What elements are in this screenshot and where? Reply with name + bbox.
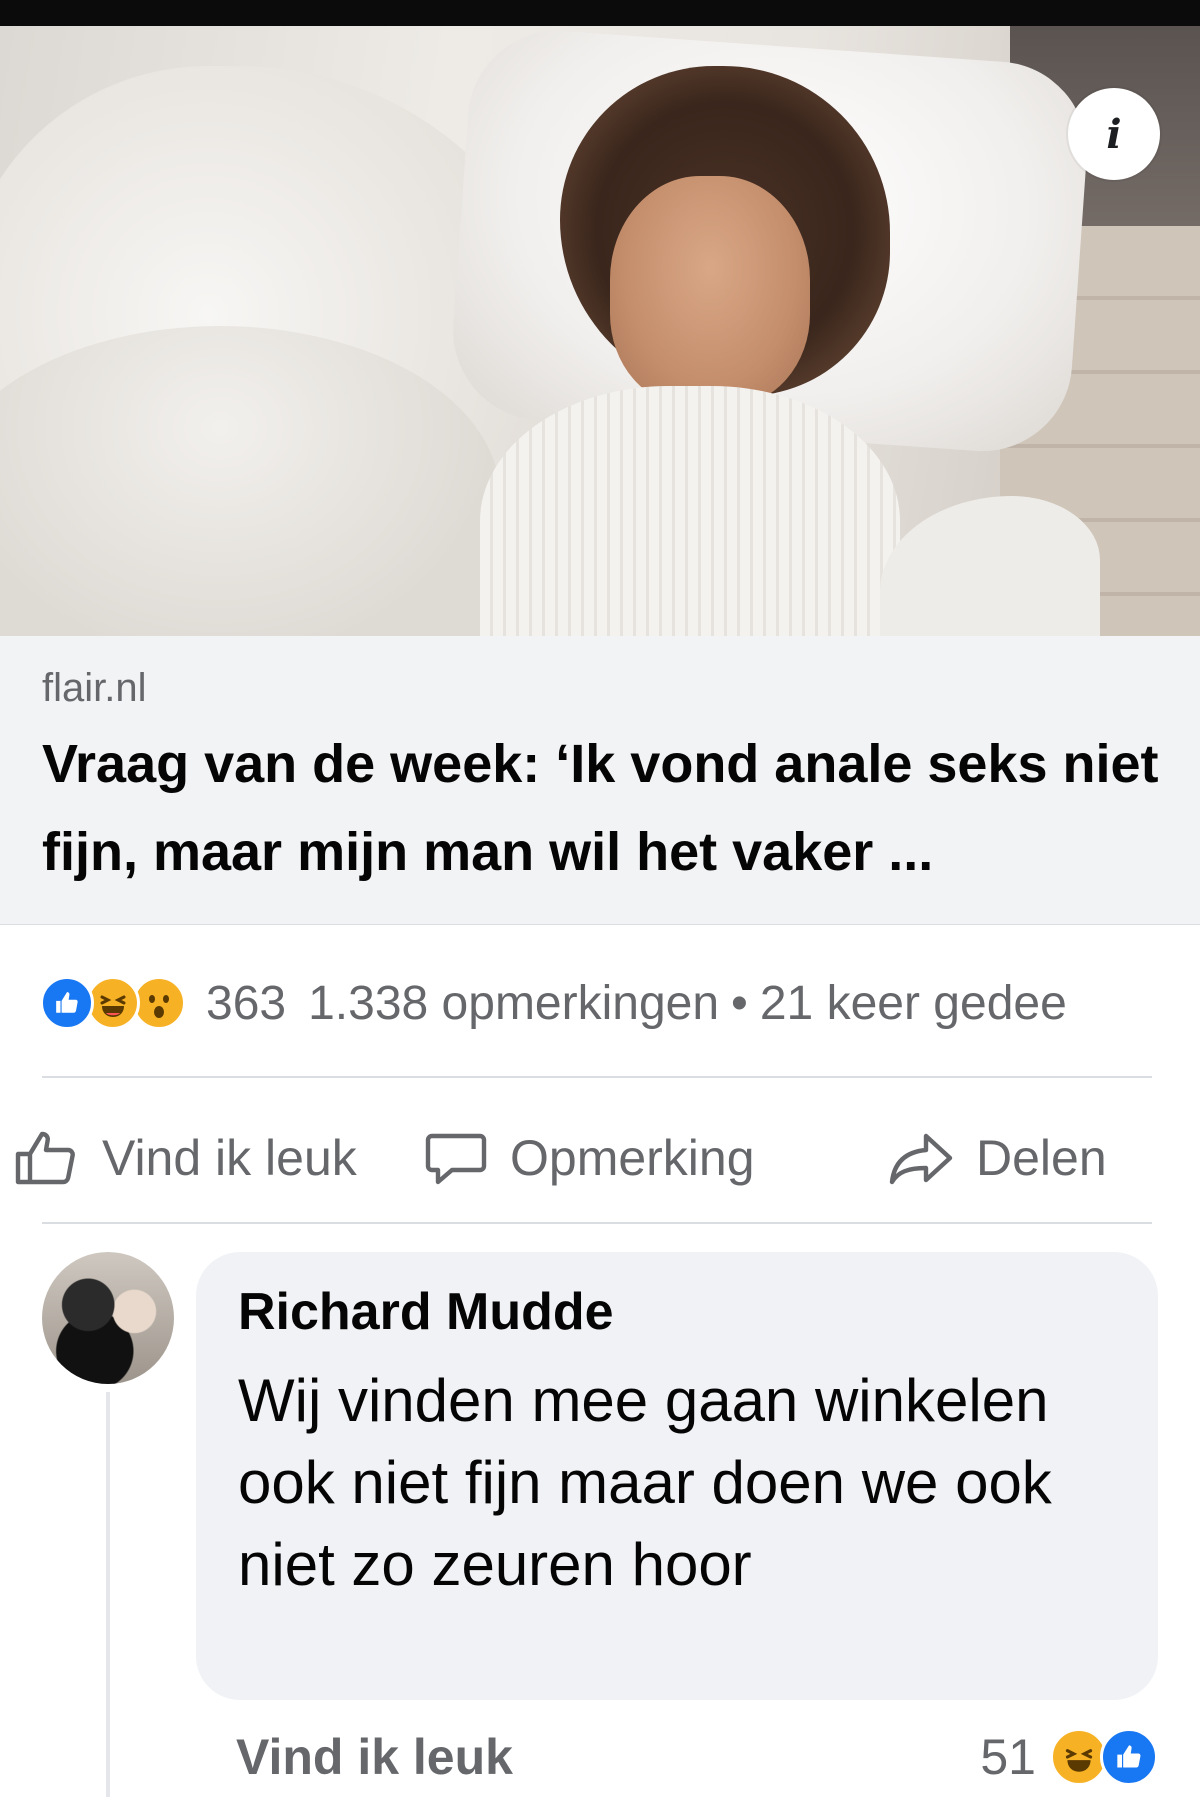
comment-reaction-count: 51	[980, 1729, 1036, 1785]
speech-bubble-icon	[425, 1133, 487, 1185]
actions-top-divider	[42, 1076, 1152, 1078]
haha-icon	[86, 976, 140, 1030]
wow-icon	[132, 976, 186, 1030]
comment-thread-line	[106, 1392, 110, 1797]
post-actions-bar: Vind ik leuk Opmerking Delen	[0, 1118, 1200, 1198]
image-sheet	[880, 496, 1100, 636]
comment-author[interactable]: Richard Mudde	[238, 1282, 614, 1342]
thumbs-up-icon	[15, 1131, 75, 1185]
comment-count[interactable]: 1.338 opmerkingen	[308, 976, 719, 1031]
comment-bubble[interactable]: Richard Mudde Wij vinden mee gaan winkel…	[196, 1252, 1158, 1700]
share-button[interactable]: Delen	[888, 1118, 1107, 1198]
top-status-bar	[0, 0, 1200, 26]
stats-separator: •	[731, 976, 748, 1030]
comment-text: Wij vinden mee gaan winkelen ook niet fi…	[238, 1367, 1052, 1598]
like-icon	[1100, 1728, 1158, 1786]
actions-bottom-divider	[42, 1222, 1152, 1224]
link-domain: flair.nl	[42, 666, 147, 710]
comment-like-button[interactable]: Vind ik leuk	[236, 1728, 513, 1786]
link-preview-image[interactable]: i	[0, 26, 1200, 636]
post-reactions-summary[interactable]: 363 1.338 opmerkingen • 21 keer gedee	[40, 968, 1067, 1038]
share-arrow-icon	[889, 1133, 953, 1185]
image-sweater	[480, 386, 900, 636]
image-hands	[610, 176, 810, 406]
like-button[interactable]: Vind ik leuk	[14, 1118, 357, 1198]
link-headline[interactable]: Vraag van de week: ‘Ik vond anale seks n…	[42, 720, 1172, 896]
link-preview-card[interactable]: flair.nl Vraag van de week: ‘Ik vond ana…	[0, 636, 1200, 925]
comment-button-label: Opmerking	[510, 1130, 755, 1186]
reaction-count[interactable]: 363	[206, 976, 286, 1031]
like-icon	[40, 976, 94, 1030]
comment-reactions[interactable]: 51	[980, 1722, 1158, 1792]
share-button-label: Delen	[976, 1130, 1107, 1186]
avatar[interactable]	[42, 1252, 174, 1384]
info-icon[interactable]: i	[1068, 88, 1160, 180]
like-button-label: Vind ik leuk	[102, 1130, 357, 1186]
share-count[interactable]: 21 keer gedee	[760, 976, 1067, 1031]
comment-button[interactable]: Opmerking	[424, 1118, 755, 1198]
